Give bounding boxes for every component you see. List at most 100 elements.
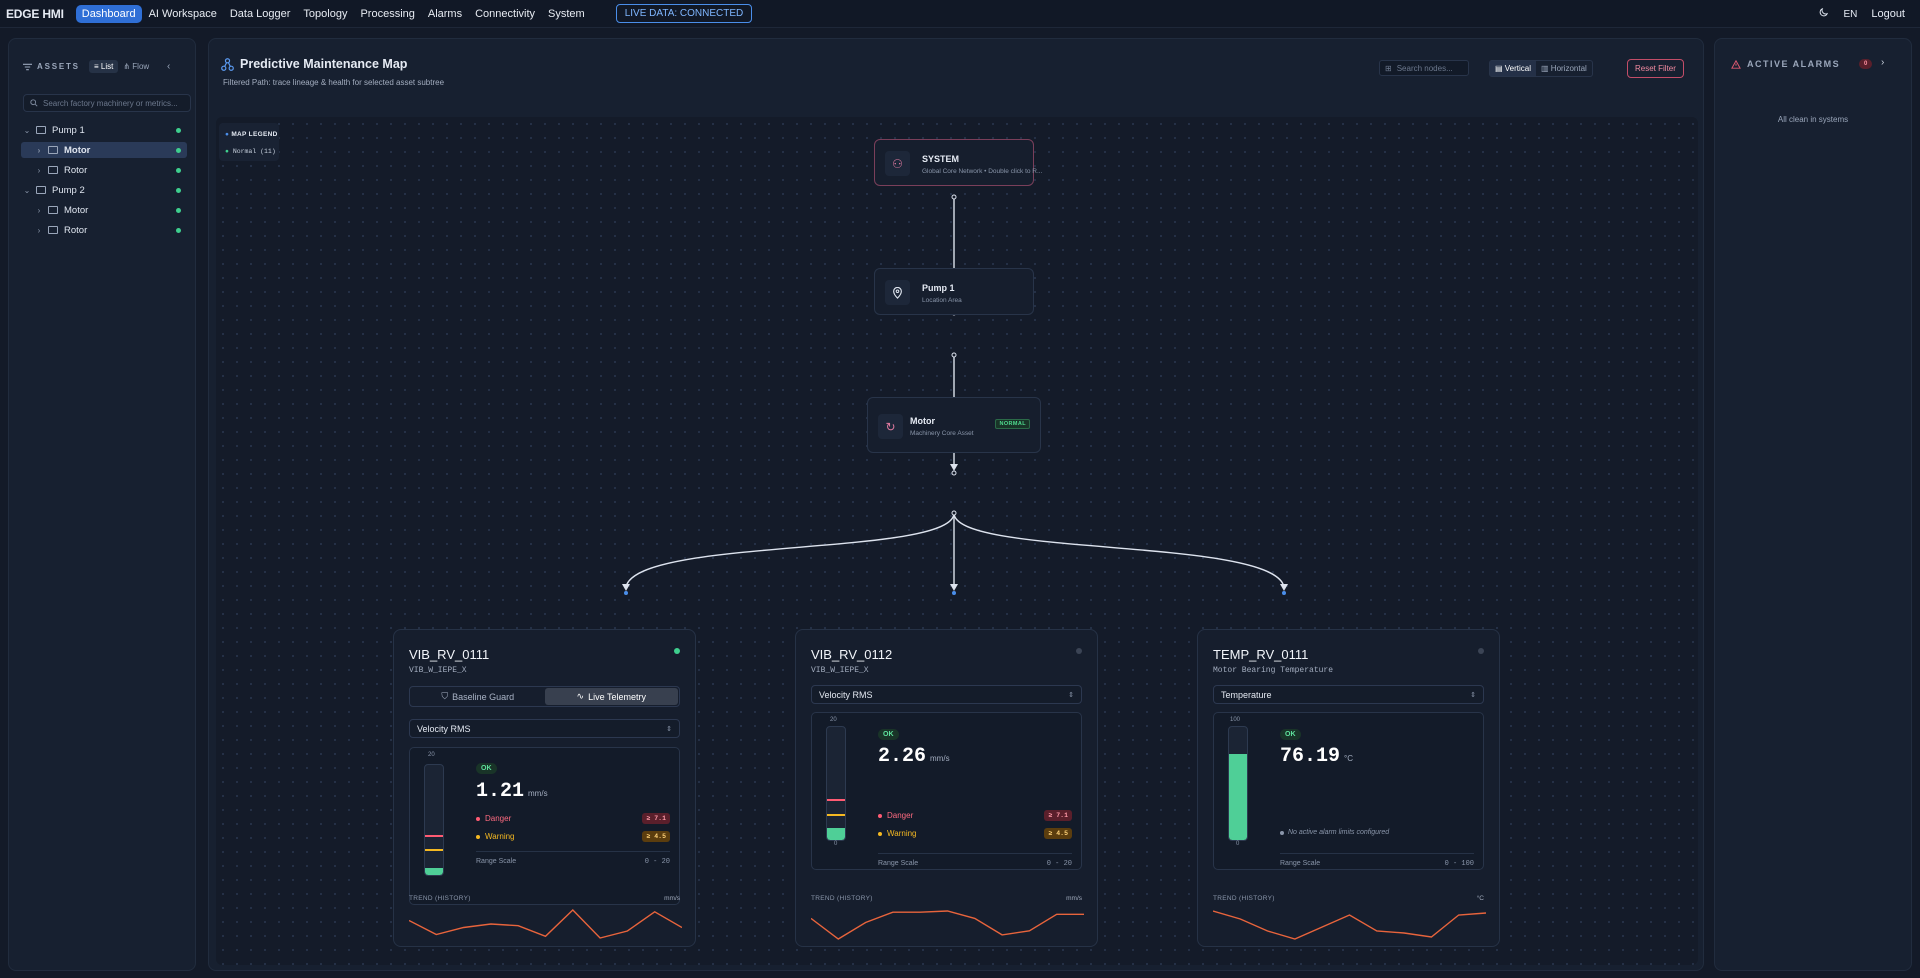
warning-label: Warning bbox=[485, 832, 515, 841]
logout-button[interactable]: Logout bbox=[1871, 8, 1905, 20]
scale-min-label: 0 bbox=[1236, 841, 1240, 847]
chevron-down-icon[interactable]: ⌄ bbox=[21, 126, 33, 135]
chevron-down-icon[interactable]: ⌄ bbox=[21, 186, 33, 195]
node-motor[interactable]: ↻ Motor Machinery Core Asset NORMAL bbox=[867, 397, 1041, 453]
metric-select[interactable]: Velocity RMS ⇕ bbox=[811, 685, 1082, 704]
baseline-guard-label: Baseline Guard bbox=[452, 691, 515, 702]
chevron-right-icon[interactable]: › bbox=[33, 206, 45, 215]
port bbox=[951, 510, 957, 516]
tree-item-rotor-pump-1[interactable]: › Rotor bbox=[21, 162, 187, 178]
range-scale-label: Range Scale bbox=[1280, 860, 1321, 867]
sensor-unit: mm/s bbox=[528, 789, 548, 798]
sensor-value-number: 1.21 bbox=[476, 780, 525, 803]
sensor-card-vib-rv-0112[interactable]: VIB_RV_0112 VIB_W_IEPE_X Velocity RMS ⇕ … bbox=[795, 629, 1098, 947]
sensor-unit: mm/s bbox=[930, 754, 950, 763]
arrow-head-temp0111 bbox=[1280, 584, 1288, 591]
collapse-panel-chevron-left-icon[interactable]: ‹ bbox=[167, 61, 170, 72]
warning-threshold-mark bbox=[425, 849, 443, 852]
orientation-vertical-button[interactable]: ▤ Vertical bbox=[1490, 61, 1537, 76]
orientation-horizontal-button[interactable]: ▥ Horizontal bbox=[1536, 61, 1592, 76]
chevron-right-icon[interactable]: › bbox=[33, 146, 45, 155]
trend-label: TREND (HISTORY) bbox=[409, 895, 471, 902]
danger-limit: Danger ≥ 7.1 bbox=[476, 813, 670, 824]
range-scale-value: 0 - 20 bbox=[644, 858, 670, 866]
map-title: Predictive Maintenance Map bbox=[221, 57, 407, 71]
tree-item-rotor-pump-2[interactable]: › Rotor bbox=[21, 222, 187, 238]
warning-label: Warning bbox=[887, 829, 917, 838]
warning-triangle-icon bbox=[1731, 59, 1741, 69]
folder-icon bbox=[36, 126, 46, 134]
map-pin-icon bbox=[885, 280, 910, 305]
edge-motor-temp0111 bbox=[953, 512, 1285, 588]
range-scale: Range Scale 0 - 20 bbox=[878, 853, 1072, 868]
sensor-card-vib-rv-0111[interactable]: VIB_RV_0111 VIB_W_IEPE_X ⛉ Baseline Guard… bbox=[393, 629, 696, 947]
sensor-subtitle: Motor Bearing Temperature bbox=[1213, 666, 1334, 675]
language-selector[interactable]: EN bbox=[1843, 9, 1857, 20]
port bbox=[624, 591, 628, 595]
activity-icon: ∿ bbox=[576, 691, 585, 701]
sensor-title: TEMP_RV_0111 bbox=[1213, 647, 1309, 662]
sensor-status-dot bbox=[1478, 648, 1484, 654]
metric-select-value: Velocity RMS bbox=[417, 723, 471, 734]
reset-filter-button[interactable]: Reset Filter bbox=[1627, 59, 1684, 78]
level-fill bbox=[425, 868, 443, 875]
nav-dashboard[interactable]: Dashboard bbox=[75, 4, 142, 23]
orientation-horizontal-label: Horizontal bbox=[1550, 64, 1587, 73]
legend-title-text: MAP LEGEND bbox=[231, 131, 278, 138]
nav-system[interactable]: System bbox=[542, 5, 591, 23]
nav-processing[interactable]: Processing bbox=[354, 5, 420, 23]
flow-icon: ⋔ bbox=[123, 62, 133, 71]
nav-data-logger[interactable]: Data Logger bbox=[224, 5, 297, 23]
warning-dot bbox=[878, 831, 882, 836]
scale-max-label: 100 bbox=[1230, 717, 1241, 723]
warning-limit: Warning ≥ 4.5 bbox=[878, 828, 1072, 839]
theme-toggle-moon-icon[interactable] bbox=[1818, 7, 1829, 21]
alarms-header-label: ACTIVE ALARMS bbox=[1747, 59, 1841, 69]
chevron-right-icon[interactable]: › bbox=[33, 166, 45, 175]
sensor-card-temp-rv-0111[interactable]: TEMP_RV_0111 Motor Bearing Temperature T… bbox=[1197, 629, 1500, 947]
live-data-status[interactable]: LIVE DATA: CONNECTED bbox=[615, 4, 753, 23]
tree-item-motor-pump-2[interactable]: › Motor bbox=[21, 202, 187, 218]
nav-alarms[interactable]: Alarms bbox=[422, 5, 468, 23]
asset-search-input[interactable]: Search factory machinery or metrics... bbox=[23, 94, 191, 112]
arrow-head-vib0112 bbox=[950, 584, 958, 591]
tree-item-label: Pump 2 bbox=[52, 184, 85, 196]
chevron-right-icon[interactable]: › bbox=[33, 226, 45, 235]
port bbox=[951, 470, 957, 476]
metric-select[interactable]: Velocity RMS ⇕ bbox=[409, 719, 680, 738]
tree-item-motor-pump-1[interactable]: › Motor bbox=[21, 142, 187, 158]
baseline-guard-button[interactable]: ⛉ Baseline Guard bbox=[411, 688, 545, 705]
warning-value: ≥ 4.5 bbox=[642, 831, 670, 842]
warning-dot bbox=[476, 834, 480, 839]
mode-toggle: ⛉ Baseline Guard ∿ Live Telemetry bbox=[409, 686, 680, 707]
tree-item-label: Rotor bbox=[64, 224, 88, 236]
node-subtitle: Machinery Core Asset bbox=[910, 430, 974, 437]
nav-connectivity[interactable]: Connectivity bbox=[469, 5, 541, 23]
status-badge: OK bbox=[476, 763, 497, 774]
network-icon: ⚇ bbox=[885, 151, 910, 176]
sensor-subtitle: VIB_W_IEPE_X bbox=[409, 666, 467, 675]
danger-label: Danger bbox=[887, 811, 914, 820]
nav-topology[interactable]: Topology bbox=[297, 5, 353, 23]
tree-item-label: Pump 1 bbox=[52, 124, 85, 136]
node-pump-1[interactable]: Pump 1 Location Area bbox=[874, 268, 1034, 315]
gauge-box: 20 OK 1.21 mm/s Danger ≥ 7.1 Warning ≥ 4.5 … bbox=[409, 747, 680, 905]
node-search-input[interactable]: ⊞ Search nodes... bbox=[1379, 60, 1469, 76]
trend-sparkline bbox=[409, 909, 682, 939]
live-telemetry-button[interactable]: ∿ Live Telemetry bbox=[544, 688, 678, 705]
map-subtitle: Filtered Path: trace lineage & health fo… bbox=[223, 78, 445, 87]
view-list-button[interactable]: ≡ List bbox=[89, 60, 119, 73]
nav-ai-workspace[interactable]: AI Workspace bbox=[143, 5, 223, 23]
tree-item-pump-2[interactable]: ⌄ Pump 2 bbox=[21, 182, 187, 198]
chevron-updown-icon: ⇕ bbox=[1470, 691, 1476, 699]
tree-item-pump-1[interactable]: ⌄ Pump 1 bbox=[21, 122, 187, 138]
folder-icon bbox=[48, 206, 58, 214]
folder-icon bbox=[48, 166, 58, 174]
chevron-right-icon[interactable]: › bbox=[1881, 57, 1884, 68]
node-system[interactable]: ⚇ SYSTEM Global Core Network • Double cl… bbox=[874, 139, 1042, 186]
view-flow-button[interactable]: ⋔ Flow bbox=[118, 60, 154, 73]
alarms-empty-message: All clean in systems bbox=[1777, 115, 1849, 124]
live-telemetry-label: Live Telemetry bbox=[588, 691, 646, 702]
sensor-value: 76.19 °C bbox=[1280, 745, 1353, 768]
metric-select[interactable]: Temperature ⇕ bbox=[1213, 685, 1484, 704]
